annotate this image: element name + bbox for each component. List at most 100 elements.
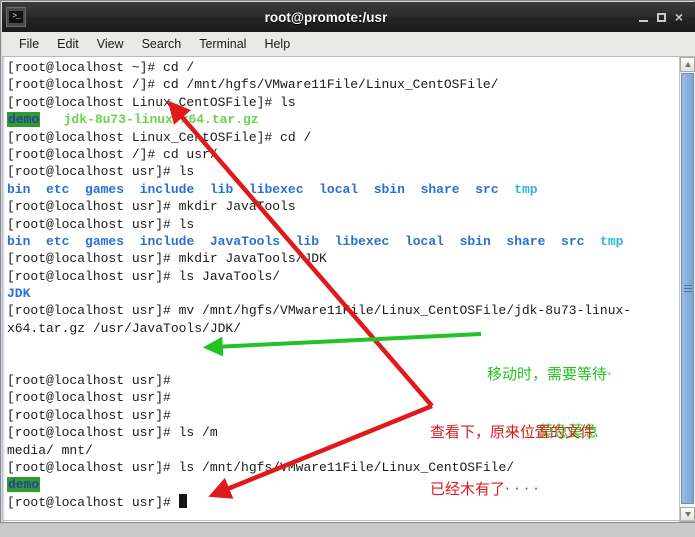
terminal-line: [root@localhost usr]# ls JavaTools/	[7, 268, 679, 285]
chevron-up-icon	[684, 62, 691, 67]
ls-entry-demo: demo	[7, 112, 41, 128]
terminal-line: bin etc games include lib libexec local …	[7, 181, 679, 198]
ls-gap	[69, 234, 85, 249]
ls-gap	[444, 234, 460, 249]
terminal-line: JDK	[7, 285, 679, 302]
ls-gap	[30, 234, 46, 249]
maximize-button[interactable]	[652, 8, 670, 26]
terminal-line: [root@localhost usr]# mkdir JavaTools/JD…	[7, 250, 679, 267]
ls-gap	[40, 112, 63, 127]
ls-gap	[584, 234, 600, 249]
ls-entry-src: src	[561, 233, 585, 249]
shell-command-line: [root@localhost usr]# ls	[7, 164, 195, 180]
ls-entry-games: games	[85, 181, 125, 197]
ls-entry-etc: etc	[46, 181, 70, 197]
ls-gap	[304, 182, 320, 197]
ls-entry-archive: jdk-8u73-linux-x64.tar.gz	[63, 112, 259, 128]
shell-command-line: [root@localhost Linux_CentOSFile]# ls	[7, 94, 296, 110]
terminal-icon: >_	[6, 7, 26, 27]
close-button[interactable]: ×	[670, 8, 688, 27]
minimize-button[interactable]	[634, 8, 652, 26]
ls-entry-tmp: tmp	[600, 233, 624, 249]
ls-gap	[233, 182, 249, 197]
menu-file[interactable]: File	[10, 35, 48, 53]
menubar: File Edit View Search Terminal Help	[2, 32, 695, 57]
window-controls: ×	[634, 8, 688, 27]
text-cursor	[178, 493, 187, 508]
terminal-line: [root@localhost usr]# ls /mnt/hgfs/VMwar…	[7, 459, 679, 476]
window-bottom-edge	[2, 520, 695, 521]
shell-command-line: [root@localhost usr]# mkdir JavaTools/JD…	[7, 251, 327, 267]
terminal-line: bin etc games include JavaTools lib libe…	[7, 233, 679, 250]
ls-gap	[545, 234, 561, 249]
terminal-line: [root@localhost usr]#	[7, 372, 679, 389]
ls-entry-sbin: sbin	[373, 181, 405, 197]
shell-command-line: [root@localhost usr]#	[7, 390, 171, 406]
scroll-thumb[interactable]	[681, 73, 694, 504]
scrollbar[interactable]	[679, 57, 695, 522]
ls-gap	[499, 182, 515, 197]
ls-gap	[30, 182, 46, 197]
terminal-line: [root@localhost usr]# ls /m	[7, 424, 679, 441]
terminal-line: [root@localhost Linux_CentOSFile]# ls	[7, 94, 679, 111]
ls-entry-include: include	[139, 181, 195, 197]
ls-entry-bin: bin	[7, 233, 31, 249]
terminal-line: [root@localhost usr]#	[7, 493, 679, 511]
ls-gap	[194, 234, 210, 249]
scroll-thumb-grip	[683, 283, 692, 294]
terminal-area: [root@localhost ~]# cd / [root@localhost …	[2, 57, 695, 522]
menu-view[interactable]: View	[88, 35, 133, 53]
menu-edit[interactable]: Edit	[48, 35, 88, 53]
scrollbar-track[interactable]	[680, 72, 695, 507]
terminal-line: [root@localhost usr]#	[7, 389, 679, 406]
ls-entry-games: games	[85, 233, 125, 249]
ls-entry-include: include	[139, 233, 195, 249]
terminal-line: [root@localhost usr]# mkdir JavaTools	[7, 198, 679, 215]
terminal-line: [root@localhost usr]# ls	[7, 216, 679, 233]
ls-entry-demo: demo	[7, 477, 41, 493]
window-title: root@promote:/usr	[264, 9, 388, 25]
menu-terminal[interactable]: Terminal	[190, 35, 255, 53]
menu-search[interactable]: Search	[133, 35, 191, 53]
shell-command-line: [root@localhost usr]# ls	[7, 216, 195, 232]
ls-entry-share: share	[420, 181, 460, 197]
shell-command-line: [root@localhost /]# cd /mnt/hgfs/VMware1…	[7, 77, 499, 93]
terminal-line: [root@localhost usr]# mv /mnt/hgfs/VMwar…	[7, 302, 679, 319]
terminal-line: demo jdk-8u73-linux-x64.tar.gz	[7, 111, 679, 128]
ls-gap	[280, 234, 296, 249]
ls-gap	[491, 234, 507, 249]
ls-entry-jdk: JDK	[7, 286, 31, 302]
terminal-line	[7, 337, 679, 354]
terminal-line: [root@localhost usr]# ls	[7, 163, 679, 180]
terminal-line: demo	[7, 476, 679, 493]
shell-command-line: [root@localhost usr]#	[7, 373, 171, 389]
ls-gap	[460, 182, 476, 197]
ls-entry-share: share	[506, 233, 546, 249]
shell-command-line: [root@localhost usr]# ls /m	[7, 425, 218, 441]
shell-command-line: [root@localhost usr]#	[7, 407, 171, 423]
terminal-output[interactable]: [root@localhost ~]# cd / [root@localhost …	[5, 57, 679, 522]
ls-entry-libexec: libexec	[248, 181, 304, 197]
terminal-line: [root@localhost /]# cd usr/	[7, 146, 679, 163]
ls-entry-src: src	[475, 181, 499, 197]
scroll-up-button[interactable]	[680, 57, 695, 72]
terminal-icon-glyph: >_	[9, 11, 23, 23]
terminal-line: [root@localhost ~]# cd /	[7, 59, 679, 76]
ls-entry-local: local	[404, 233, 444, 249]
titlebar[interactable]: >_ root@promote:/usr ×	[2, 2, 695, 32]
ls-entry-libexec: libexec	[334, 233, 390, 249]
ls-gap	[358, 182, 374, 197]
shell-command-line: [root@localhost /]# cd usr/	[7, 146, 218, 162]
terminal-line	[7, 355, 679, 372]
shell-command-line: media/ mnt/	[7, 442, 93, 458]
menu-help[interactable]: Help	[255, 35, 299, 53]
terminal-line: [root@localhost usr]#	[7, 407, 679, 424]
shell-prompt: [root@localhost usr]#	[7, 494, 179, 510]
ls-entry-tmp: tmp	[514, 181, 538, 197]
ls-entry-etc: etc	[46, 233, 70, 249]
terminal-window: >_ root@promote:/usr × File Edit View Se…	[0, 0, 695, 523]
ls-gap	[69, 182, 85, 197]
terminal-line: x64.tar.gz /usr/JavaTools/JDK/	[7, 320, 679, 337]
